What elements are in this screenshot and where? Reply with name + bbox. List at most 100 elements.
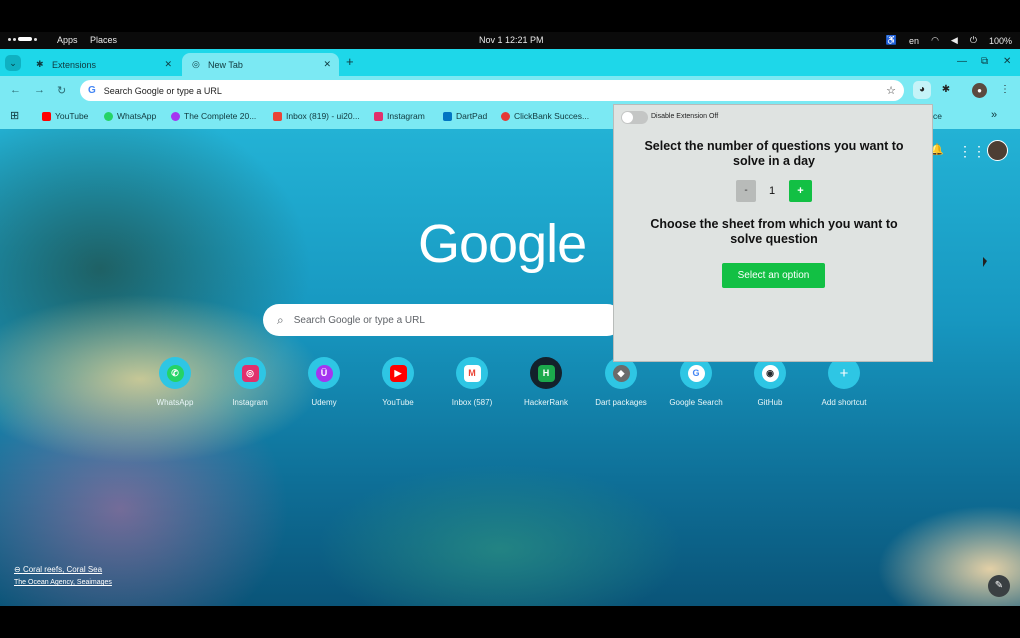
close-tab-icon[interactable]: ✕ [164,59,172,70]
bookmark-gmail-inbox[interactable]: Inbox (819) - ui20... [273,111,360,121]
shortcut-label: Google Search [669,398,723,407]
profile-avatar[interactable]: ● [972,83,987,98]
bookmark-label: DartPad [456,111,488,121]
bookmark-star-icon[interactable]: ☆ [886,84,896,97]
mouse-cursor-icon [983,257,987,267]
shortcut-instagram[interactable]: ◎ Instagram [220,357,280,407]
browser-toolbar: ← → ↻ G Search Google or type a URL ☆ ◕ … [0,76,1020,105]
tab-search-button[interactable]: ⌄ [5,55,21,71]
reload-icon[interactable]: ↻ [57,84,66,97]
restore-icon[interactable]: ⧉ [981,56,988,67]
address-bar[interactable]: G Search Google or type a URL ☆ [80,80,904,101]
volume-icon: ◀ [950,35,958,45]
system-clock[interactable]: Nov 1 12:21 PM [479,35,544,45]
gmail-icon: M [463,364,481,382]
attribution-title[interactable]: ⊖ Coral reefs, Coral Sea [14,565,112,574]
disable-extension-toggle[interactable] [621,111,648,124]
shortcut-whatsapp[interactable]: ✆ WhatsApp [145,357,205,407]
extensions-puzzle-icon[interactable]: ✱ [937,81,955,99]
activities-indicator[interactable] [8,37,37,41]
language-indicator[interactable]: en [909,36,919,46]
bookmark-instagram[interactable]: Instagram [374,111,425,121]
decrement-button[interactable]: - [736,180,756,202]
bookmark-label: Instagram [387,111,425,121]
bookmark-truncated[interactable]: ce [933,111,942,121]
bookmark-whatsapp[interactable]: WhatsApp [104,111,156,121]
shortcut-gmail[interactable]: M Inbox (587) [442,357,502,407]
shortcut-tile: M [456,357,488,389]
shortcut-dart-packages[interactable]: ◆ Dart packages [591,357,651,407]
new-tab-button[interactable]: + [346,55,354,68]
shortcut-label: Inbox (587) [451,398,493,407]
shortcut-tile: ▶ [382,357,414,389]
select-sheet-button[interactable]: Select an option [722,263,825,288]
youtube-icon: ▶ [389,364,407,382]
apps-menu[interactable]: Apps [57,35,78,45]
dartpad-icon [443,111,452,121]
account-avatar[interactable] [987,140,1008,161]
sheet-heading: Choose the sheet from which you want to … [650,217,898,246]
shortcut-add[interactable]: + Add shortcut [814,357,874,407]
whatsapp-icon [104,111,113,121]
shortcut-udemy[interactable]: Ü Udemy [294,357,354,407]
puzzle-icon: ✱ [36,59,44,69]
back-icon[interactable]: ← [10,84,21,96]
accessibility-icon[interactable]: ♿ [886,35,897,46]
udemy-icon: Ü [315,364,333,382]
system-tray[interactable]: ♿ en ◠ ◀ ⏻ 100% [886,35,1012,46]
question-count: 1 [768,185,776,197]
bookmark-label: WhatsApp [117,111,157,121]
tab-label: Extensions [52,59,97,70]
shortcut-label: Add shortcut [821,398,867,407]
gmail-icon [273,111,282,121]
increment-button[interactable]: + [789,180,812,202]
menu-kebab-icon[interactable]: ⋮ [996,81,1014,99]
bookmarks-overflow-icon[interactable]: » [991,109,997,121]
close-window-icon[interactable]: ✕ [1003,56,1011,67]
ntp-search-input[interactable]: ⌕ Search Google or type a URL [263,304,623,336]
instagram-icon: ◎ [241,364,259,382]
tab-extensions[interactable]: ✱ Extensions ✕ [26,53,180,76]
shortcut-tile: Ü [308,357,340,389]
youtube-icon [42,111,51,121]
background-attribution[interactable]: ⊖ Coral reefs, Coral Sea The Ocean Agenc… [14,565,112,586]
shortcut-tile: ◎ [234,357,266,389]
bookmark-label: YouTube [55,111,89,121]
forward-icon[interactable]: → [34,84,45,96]
ntp-search-placeholder: Search Google or type a URL [293,314,425,326]
bookmark-youtube[interactable]: YouTube [42,111,88,121]
github-icon: ◉ [761,364,779,382]
close-tab-icon[interactable]: ✕ [323,59,331,70]
shortcut-github[interactable]: ◉ GitHub [740,357,800,407]
apps-grid-icon[interactable]: ⊞ [10,109,19,122]
customize-pencil-icon[interactable]: ✎ [988,575,1010,597]
bookmark-label: Inbox (819) - ui20... [286,111,360,121]
tab-strip: ⌄ ✱ Extensions ✕ ◎ New Tab ✕ + — ⧉ ✕ [0,49,1020,76]
disable-extension-label: Disable Extension Off [651,113,719,120]
attribution-author[interactable]: The Ocean Agency, Seaimages [14,579,112,586]
dart-icon: ◆ [612,364,630,382]
places-menu[interactable]: Places [90,35,117,45]
wifi-icon: ◠ [931,35,939,45]
minimize-icon[interactable]: — [957,56,967,67]
bookmark-dartpad[interactable]: DartPad [443,111,487,121]
shortcut-label: WhatsApp [156,398,194,407]
power-icon: ⏻ [969,35,977,45]
google-logo: Google [418,214,587,274]
shortcut-hackerrank[interactable]: H HackerRank [516,357,576,407]
shortcut-youtube[interactable]: ▶ YouTube [368,357,428,407]
shortcut-tile: H [530,357,562,389]
shortcut-label: GitHub [757,398,783,407]
clickbank-icon [501,111,510,121]
system-top-bar: Apps Places Nov 1 12:21 PM ♿ en ◠ ◀ ⏻ 10… [0,32,1020,49]
udemy-icon [171,111,180,121]
shortcut-label: HackerRank [523,398,568,407]
shortcut-label: Udemy [311,398,337,407]
bookmark-udemy-course[interactable]: The Complete 20... [171,111,256,121]
address-bar-placeholder: Search Google or type a URL [103,85,222,96]
instagram-icon [374,111,383,121]
bookmark-clickbank[interactable]: ClickBank Succes... [501,111,589,121]
tab-new-tab[interactable]: ◎ New Tab ✕ [182,53,339,76]
shortcut-google-search[interactable]: G Google Search [666,357,726,407]
extension-icon[interactable]: ◕ [913,81,931,99]
